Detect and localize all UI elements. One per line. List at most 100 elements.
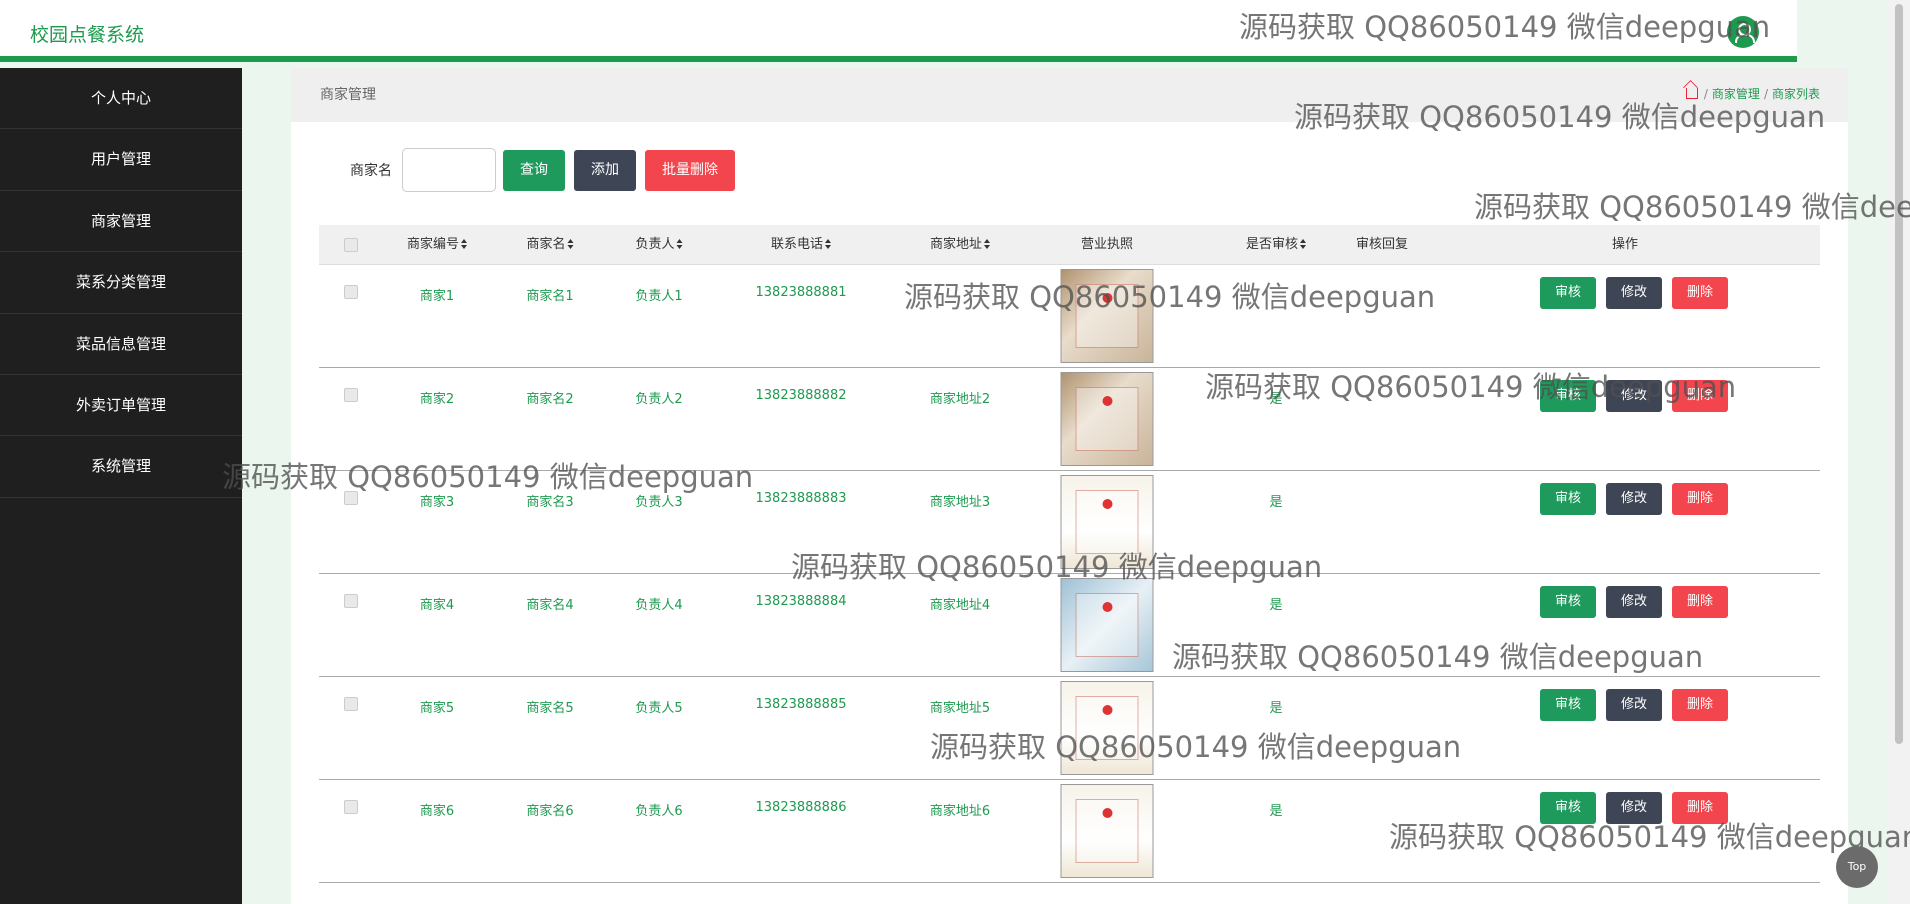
sidebar: 个人中心 用户管理 商家管理 菜系分类管理 菜品信息管理 外卖订单管理 系统管理 [0, 68, 242, 904]
review-button[interactable]: 审核 [1540, 277, 1596, 309]
breadcrumb-bar: 商家管理 / 商家管理 / 商家列表 [291, 68, 1848, 122]
row-actions: 审核 修改 删除 [1540, 380, 1738, 412]
address: 商家地址4 [929, 598, 991, 613]
sort-icon [984, 239, 991, 249]
row-actions: 审核 修改 删除 [1540, 689, 1738, 721]
address: 商家地址5 [929, 701, 991, 716]
sidebar-item-delivery-orders[interactable]: 外卖订单管理 [0, 375, 242, 437]
back-to-top-button[interactable]: Top [1836, 846, 1878, 888]
review-button[interactable]: 审核 [1540, 792, 1596, 824]
phone: 13823888881 [755, 285, 847, 300]
edit-button[interactable]: 修改 [1606, 586, 1662, 618]
phone: 13823888883 [755, 491, 847, 506]
owner: 负责人2 [635, 392, 683, 407]
sidebar-item-user-management[interactable]: 用户管理 [0, 129, 242, 191]
delete-button[interactable]: 删除 [1672, 483, 1728, 515]
review-button[interactable]: 审核 [1540, 483, 1596, 515]
license-image[interactable] [1060, 475, 1154, 569]
query-button[interactable]: 查询 [503, 149, 565, 191]
sidebar-item-dish-info[interactable]: 菜品信息管理 [0, 314, 242, 375]
search-form: 商家名 查询 添加 批量删除 [350, 148, 744, 192]
review-button[interactable]: 审核 [1540, 689, 1596, 721]
edit-button[interactable]: 修改 [1606, 689, 1662, 721]
edit-button[interactable]: 修改 [1606, 792, 1662, 824]
table-row: 商家1 商家名1 负责人1 13823888881 审核 修改 删除 [319, 265, 1820, 368]
merchant-name-search-input[interactable] [402, 148, 496, 192]
approved-status: 是 [1269, 392, 1283, 407]
row-checkbox[interactable] [344, 491, 358, 505]
license-image[interactable] [1060, 269, 1154, 363]
edit-button[interactable]: 修改 [1606, 277, 1662, 309]
license-image[interactable] [1060, 372, 1154, 466]
edit-button[interactable]: 修改 [1606, 483, 1662, 515]
column-header-actions: 操作 [1611, 237, 1639, 252]
user-avatar-icon[interactable] [1727, 16, 1759, 48]
owner: 负责人1 [635, 289, 683, 304]
delete-button[interactable]: 删除 [1672, 586, 1728, 618]
table-header: 商家编号 商家名 负责人 联系电话 商家地址 营业执照 是否审核 审核回复 操作 [319, 225, 1820, 265]
scrollbar-thumb[interactable] [1895, 4, 1903, 744]
search-label: 商家名 [350, 163, 392, 179]
review-button[interactable]: 审核 [1540, 586, 1596, 618]
merchant-id: 商家2 [419, 392, 455, 407]
delete-button[interactable]: 删除 [1672, 689, 1728, 721]
row-checkbox[interactable] [344, 285, 358, 299]
approved-status: 是 [1269, 598, 1283, 613]
merchant-id: 商家5 [419, 701, 455, 716]
column-header-review-reply: 审核回复 [1355, 237, 1409, 252]
sidebar-item-personal-center[interactable]: 个人中心 [0, 68, 242, 130]
phone: 13823888885 [755, 697, 847, 712]
column-header-merchant-id[interactable]: 商家编号 [407, 225, 468, 265]
row-actions: 审核 修改 删除 [1540, 792, 1738, 824]
column-header-license: 营业执照 [1080, 237, 1134, 252]
phone: 13823888882 [755, 388, 847, 403]
license-image[interactable] [1060, 578, 1154, 672]
address: 商家地址6 [929, 804, 991, 819]
page-scrollbar[interactable] [1888, 0, 1910, 904]
merchant-name: 商家名3 [526, 495, 574, 510]
batch-delete-button[interactable]: 批量删除 [645, 149, 735, 191]
owner: 负责人5 [635, 701, 683, 716]
approved-status: 是 [1269, 701, 1283, 716]
column-header-phone[interactable]: 联系电话 [771, 225, 832, 265]
delete-button[interactable]: 删除 [1672, 277, 1728, 309]
license-image[interactable] [1060, 784, 1154, 878]
merchant-name: 商家名4 [526, 598, 574, 613]
sidebar-item-merchant-management[interactable]: 商家管理 [0, 191, 242, 253]
delete-button[interactable]: 删除 [1672, 792, 1728, 824]
edit-button[interactable]: 修改 [1606, 380, 1662, 412]
delete-button[interactable]: 删除 [1672, 380, 1728, 412]
sort-icon [567, 239, 574, 249]
column-header-approved[interactable]: 是否审核 [1246, 225, 1307, 265]
owner: 负责人6 [635, 804, 683, 819]
column-header-owner[interactable]: 负责人 [635, 225, 683, 265]
table-row: 商家2 商家名2 负责人2 13823888882 商家地址2 是 审核 修改 … [319, 368, 1820, 471]
row-checkbox[interactable] [344, 594, 358, 608]
breadcrumb-item-merchant-list[interactable]: 商家列表 [1772, 87, 1820, 101]
sort-icon [825, 239, 832, 249]
home-icon[interactable] [1685, 88, 1698, 99]
column-header-merchant-name[interactable]: 商家名 [526, 225, 574, 265]
row-checkbox[interactable] [344, 697, 358, 711]
row-checkbox[interactable] [344, 388, 358, 402]
sort-icon [1300, 239, 1307, 249]
phone: 13823888886 [755, 800, 847, 815]
row-actions: 审核 修改 删除 [1540, 277, 1738, 309]
breadcrumb-item-merchant-management[interactable]: 商家管理 [1712, 87, 1760, 101]
address: 商家地址2 [929, 392, 991, 407]
top-header: 校园点餐系统 [0, 0, 1797, 62]
sidebar-item-system[interactable]: 系统管理 [0, 436, 242, 498]
merchant-id: 商家3 [419, 495, 455, 510]
license-image[interactable] [1060, 681, 1154, 775]
address: 商家地址3 [929, 495, 991, 510]
breadcrumb: / 商家管理 / 商家列表 [1685, 85, 1820, 102]
add-button[interactable]: 添加 [574, 149, 636, 191]
column-header-address[interactable]: 商家地址 [930, 225, 991, 265]
review-button[interactable]: 审核 [1540, 380, 1596, 412]
sidebar-item-cuisine-category[interactable]: 菜系分类管理 [0, 252, 242, 314]
phone: 13823888884 [755, 594, 847, 609]
table-row: 商家6 商家名6 负责人6 13823888886 商家地址6 是 审核 修改 … [319, 780, 1820, 883]
select-all-checkbox[interactable] [344, 238, 358, 252]
merchant-name: 商家名5 [526, 701, 574, 716]
row-checkbox[interactable] [344, 800, 358, 814]
